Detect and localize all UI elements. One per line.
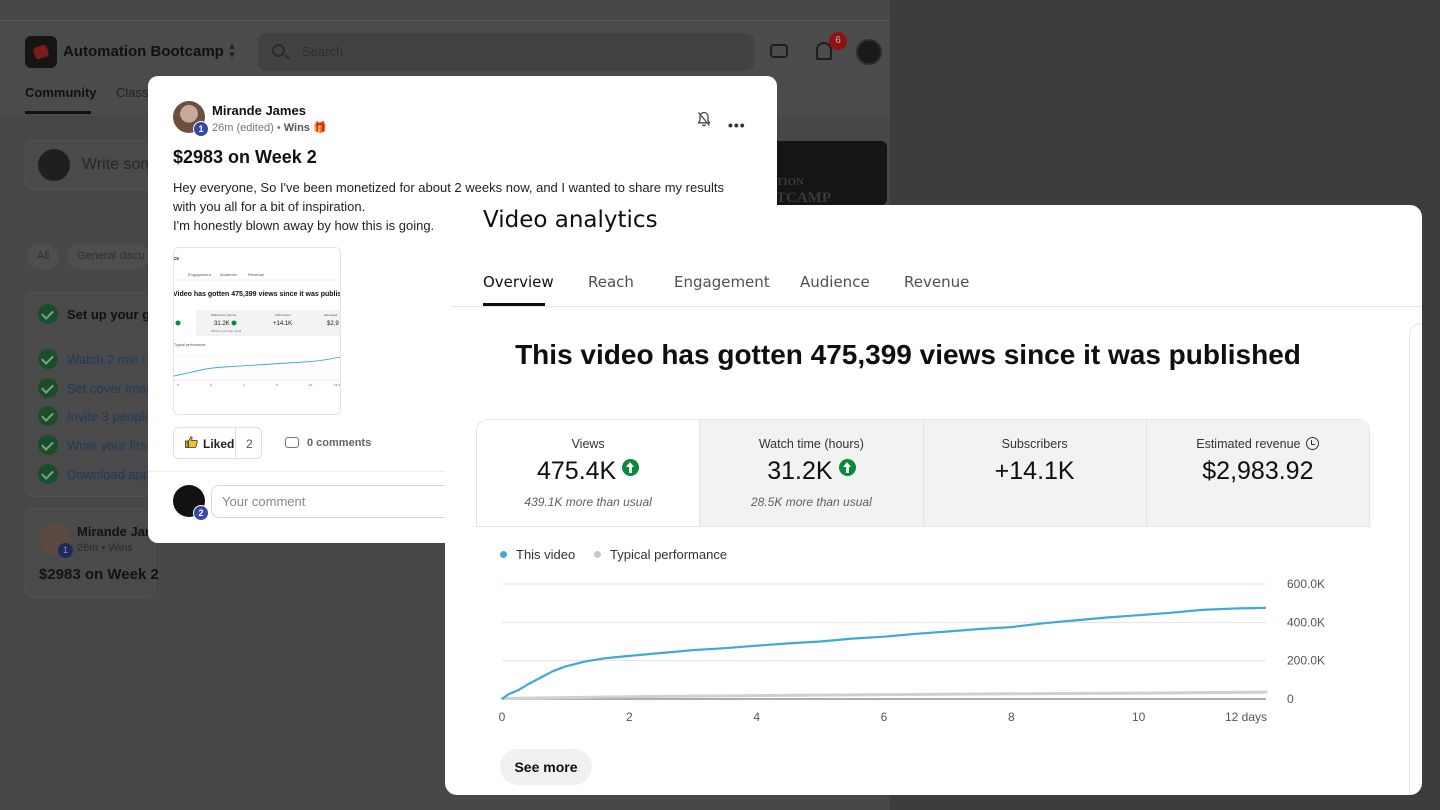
active-tab-indicator [25,111,91,114]
y-tick-label: 0 [1287,692,1294,706]
x-tick-label: 6 [881,710,888,724]
post-meta: 26m (edited) • Wins 🎁 [212,121,327,134]
author-name[interactable]: Mirande James [212,103,306,118]
x-tick-label: 2 [626,710,633,724]
svg-text:31.2K: 31.2K [214,321,230,327]
checklist-task[interactable]: Download app [67,467,150,482]
chat-icon[interactable] [770,44,788,58]
comment-icon [285,437,299,448]
post-time: 26m (edited) [212,122,274,134]
post-category[interactable]: Wins [284,122,310,134]
thumbs-up-icon [185,436,198,448]
svg-text:10: 10 [309,383,313,387]
check-icon [38,378,58,398]
svg-text:Estimated: Estimated [324,313,338,317]
checklist-task[interactable]: Write your first [67,438,151,453]
check-icon [38,464,58,484]
notification-badge: 6 [829,32,847,50]
svg-text:Video has gotten 475,399 views: Video has gotten 475,399 views since it … [174,291,341,298]
check-icon [38,304,58,324]
svg-text:12 d: 12 d [334,383,340,387]
checklist-task[interactable]: Invite 3 people [67,409,152,424]
svg-text:+14.1K: +14.1K [273,321,292,327]
search-placeholder: Search [302,44,344,59]
y-tick-label: 400.0K [1287,615,1325,629]
check-icon [38,435,58,455]
checklist-task[interactable]: Watch 2 min i [67,352,145,367]
thumbnail-preview: ics h Engagement Audience Revenue Video … [174,248,341,414]
search-icon [272,44,285,57]
banner-text: TION [776,176,805,188]
x-tick-label: 10 [1132,710,1146,724]
post-title: $2983 on Week 2 [173,147,317,167]
comments-count[interactable]: 0 comments [307,437,371,449]
x-tick-label: 12 days [1225,710,1267,724]
post-meta: 26m • Wins [77,542,133,554]
bell-off-icon[interactable] [697,111,711,127]
like-count[interactable]: 2 [246,437,253,451]
attachment-thumbnail[interactable]: ics h Engagement Audience Revenue Video … [173,247,341,415]
x-tick-label: 0 [499,710,506,724]
filter-chip-all[interactable]: All [27,244,60,270]
svg-text:ics: ics [174,256,179,262]
avatar [38,149,70,181]
level-badge: 1 [58,543,73,558]
post-author[interactable]: Mirande Jam [77,524,156,539]
svg-text:$2,9: $2,9 [327,321,339,327]
level-badge: 1 [193,121,209,137]
user-avatar[interactable] [856,39,882,65]
checklist-task[interactable]: Set cover imag [67,381,154,396]
group-logo[interactable] [25,36,57,68]
svg-text:Revenue: Revenue [248,272,265,277]
group-name[interactable]: Automation Bootcamp [63,43,224,60]
see-more-button[interactable]: See more [500,749,592,785]
y-tick-label: 200.0K [1287,654,1325,668]
video-analytics-panel: Video analytics Overview Reach Engagemen… [445,205,1422,795]
checklist-title: Set up your gr [67,307,156,322]
x-tick-label: 4 [753,710,760,724]
series-this-video [501,606,1267,700]
post-title[interactable]: $2983 on Week 2 [39,566,159,583]
filter-chip-general[interactable]: General discu [67,244,149,270]
gift-icon: 🎁 [312,122,327,134]
svg-text:28.5K more than usual: 28.5K more than usual [211,329,242,333]
check-icon [38,349,58,369]
svg-text:Audience: Audience [220,272,237,277]
tab-classroom[interactable]: Class [116,85,149,100]
more-options-icon[interactable]: ••• [728,117,746,133]
views-line-chart: 0 200.0K 400.0K 600.0K 0 2 4 6 8 10 12 days [499,577,1325,724]
chevron-up-down-icon[interactable]: ▴ ▾ [226,41,238,61]
like-label[interactable]: Liked [203,437,234,451]
check-icon [38,406,58,426]
svg-text:Engagement: Engagement [188,272,212,277]
write-post-prompt[interactable]: Write som [82,156,154,174]
svg-text:Subscribers: Subscribers [275,313,291,317]
level-badge: 2 [193,505,209,521]
series-typical-performance [500,690,1268,700]
like-divider [235,427,236,459]
svg-text:Typical performance: Typical performance [174,343,206,347]
y-tick-label: 600.0K [1287,577,1325,591]
svg-text:Watch time (hours): Watch time (hours) [211,313,236,317]
tab-community[interactable]: Community [25,85,97,100]
x-tick-label: 8 [1008,710,1015,724]
meta-separator: • [273,122,284,134]
